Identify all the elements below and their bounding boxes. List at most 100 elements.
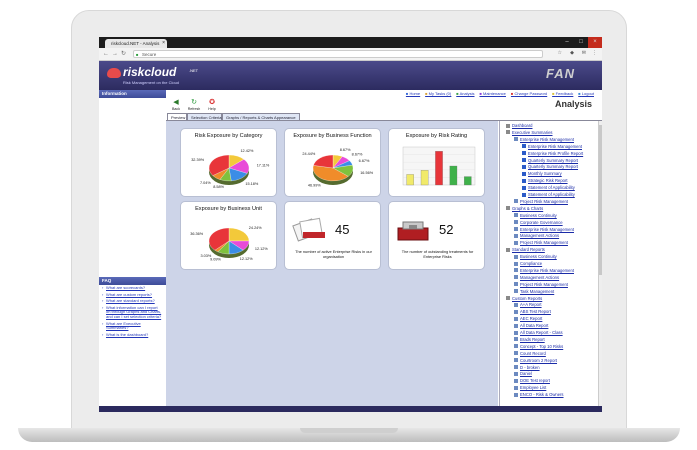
tree-node[interactable]: Project Risk Management [514,240,568,245]
top-link[interactable]: ■ My Tasks (0) [425,91,451,96]
tile-risk-rating[interactable]: Exposure by Risk Rating [388,128,485,197]
top-link[interactable]: ■ Maintenance [479,91,505,96]
forward-icon[interactable]: → [112,49,118,59]
pie-slice[interactable] [228,227,250,242]
tree-node[interactable]: Enterprise Risk Profile Report [522,151,583,156]
tree-node[interactable]: Compliance [514,261,542,266]
tree-node[interactable]: AEC Report [514,316,542,321]
faq-link[interactable]: › What is the dashboard? [99,332,166,339]
bookmark-star-icon[interactable]: ☆ [558,50,562,56]
bar[interactable] [449,165,458,186]
faq-link[interactable]: › What are custom reports? [99,292,166,299]
faq-link[interactable]: › What are scorecards? [99,285,166,292]
menu-icon[interactable]: ⋮ [592,50,597,56]
tree-node[interactable]: Dashboard [506,123,533,128]
tree-node[interactable]: Custom Reports [506,296,542,301]
tree-node-label: Daniel [520,371,532,377]
help-button[interactable]: ✪ Help [205,98,219,111]
minimize-icon[interactable]: – [560,37,574,48]
tree-node[interactable]: A+A Report [514,302,542,307]
close-tab-icon[interactable]: × [162,39,165,48]
tree-node[interactable]: ENCO - Risk & Owners [514,392,564,397]
tree-node[interactable]: Management Actions [514,275,559,280]
tree-node-label: ABS Test Report [520,309,551,315]
top-links: ■ Home ■ My Tasks (0) ■ Analysis ■ Maintena… [401,91,594,96]
back-icon[interactable]: ← [103,49,109,59]
tree-scrollbar[interactable] [598,121,602,412]
faq-link[interactable]: › What are Executive Summaries? [99,321,166,332]
tree-node[interactable]: Business Continuity [514,213,557,218]
extension-icon-2[interactable]: ✉ [582,50,586,56]
top-link[interactable]: ■ Feedback [552,91,573,96]
top-link[interactable]: ■ Analysis [456,91,474,96]
partner-logo: FAN [544,64,592,88]
tree-node-icon [506,296,510,300]
tree-node[interactable]: Business Continuity [514,254,557,259]
tree-node[interactable]: Enterprise Risk Management [514,227,574,232]
logo-text: riskcloud [123,65,177,79]
close-window-icon[interactable]: × [588,37,602,48]
tree-node[interactable]: D - broken [514,365,540,370]
tree-node[interactable]: Count Record [514,351,546,356]
tree-node[interactable]: Concept - Top 10 Risks [514,344,563,349]
back-arrow-icon: ◀ [173,99,179,106]
tree-node[interactable]: All Data Report - Class [514,330,563,335]
tree-node[interactable]: Management Actions [514,233,559,238]
tree-node[interactable]: Employee List [514,385,546,390]
bar[interactable] [435,151,443,186]
maximize-icon[interactable]: □ [574,37,588,48]
reload-icon[interactable]: ↻ [121,49,126,59]
tree-node[interactable]: Daniel [514,371,532,376]
tree-node[interactable]: Quarterly Summary Report [522,164,578,169]
tree-node[interactable]: Enterprise Risk Management [522,144,582,149]
tile-outstanding-treatments[interactable]: 52 The number of outstanding treatments … [388,201,485,270]
tab-graphs-appearance[interactable]: Graphs / Reports & Charts Appearance [222,113,300,120]
tree-node[interactable]: Project Risk Management [514,199,568,204]
tree-scroll-thumb[interactable] [599,125,602,275]
tree-node[interactable]: Standard Reports [506,247,545,252]
tile-risk-category[interactable]: Risk Exposure by Category 12.42% 17.11% 15… [180,128,277,197]
refresh-button[interactable]: ↻ Refresh [187,98,201,111]
faq-link[interactable]: › What are standard reports? [99,298,166,305]
tile-business-function[interactable]: Exposure by Business Function 8.67% 8.67%… [284,128,381,197]
tree-node[interactable]: Brads Report [514,337,545,342]
tile-active-risks[interactable]: 45 The number of active Enterprise Risks… [284,201,381,270]
tree-node[interactable]: ABS Test Report [514,309,551,314]
tree-node[interactable]: Executive Summaries [506,130,553,135]
top-link[interactable]: ■ Change Password [511,91,547,96]
top-link[interactable]: ■ Logout [578,91,594,96]
tree-node[interactable]: All Data Report [514,323,548,328]
pie-slice-label: 6.67% [359,159,370,163]
tree-node[interactable]: Quarterly Summary Report [522,158,578,163]
tree-node[interactable]: Courtroom 2 Report [514,358,557,363]
faq-link[interactable]: › What information can I report on throug… [99,305,166,321]
extension-icon[interactable]: ◆ [570,50,574,56]
tree-node[interactable]: Task Management [514,289,554,294]
tile-business-unit[interactable]: Exposure by Business Unit 24.24% 12.12% 12… [180,201,277,270]
tile-title: Exposure by Risk Rating [405,133,468,139]
url-input[interactable]: ■ Secure [133,50,543,58]
tree-node[interactable]: Statement of Applicability [522,192,575,197]
bar[interactable] [406,174,414,186]
tab-preview[interactable]: Preview [167,113,187,120]
tree-node[interactable]: Strategic Risk Report [522,178,568,183]
tree-node[interactable]: Graphs & Charts [506,206,543,211]
back-button[interactable]: ◀ Back [169,98,183,111]
tree-node[interactable]: Enterprise Risk Management [514,268,574,273]
refresh-icon: ↻ [191,99,197,106]
tree-node[interactable]: DOE Test report [514,378,550,383]
tree-node[interactable]: Project Risk Management [514,282,568,287]
tree-node-icon [514,268,518,273]
tree-node[interactable]: Statement of Applicability [522,185,575,190]
tab-selection-criteria[interactable]: Selection Criteria [187,113,222,120]
browser-tab[interactable]: riskcloud.NET - Analysis × [105,39,167,48]
tree-node[interactable]: Enterprise Risk Management [514,137,574,142]
pie-slice-label: 7.04% [200,181,211,185]
cloud-icon [107,68,121,78]
tree-node[interactable]: Corporate Governance [514,220,563,225]
tree-node[interactable]: Monthly Summary [522,171,562,176]
bar[interactable] [420,170,429,186]
top-link[interactable]: ■ Home [406,91,420,96]
bar[interactable] [464,176,472,186]
app-header: riskcloud .NET Risk Management on the Cl… [99,61,602,93]
